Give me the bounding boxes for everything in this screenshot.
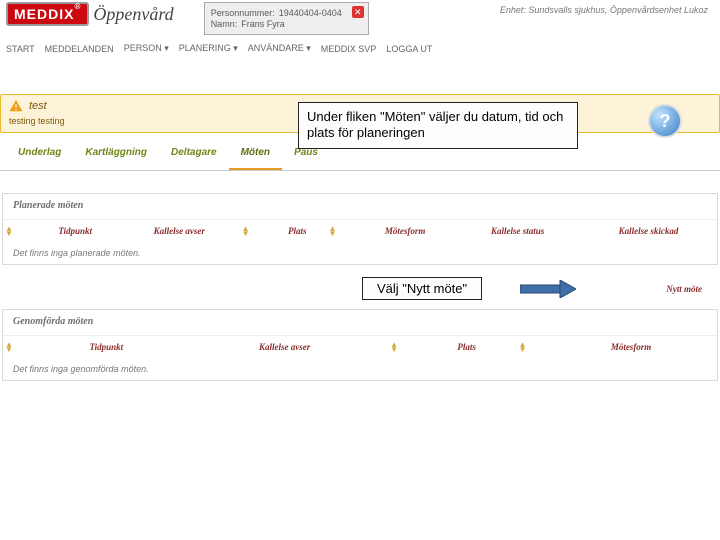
help-icon[interactable]: ? (648, 104, 682, 138)
col-motesform[interactable]: Mötesform (545, 336, 717, 359)
new-meeting-button[interactable]: Nytt möte (666, 284, 716, 294)
planned-meetings-heading: Planerade möten (3, 194, 717, 219)
menu-logout[interactable]: LOGGA UT (386, 44, 432, 54)
menu-user[interactable]: ANVÄNDARE ▾ (248, 43, 311, 54)
unit-value: Sundsvalls sjukhus, Öppenvårdsenhet Luko… (528, 5, 708, 15)
col-motesform[interactable]: Mötesform (355, 220, 455, 243)
col-plats[interactable]: Plats (268, 220, 326, 243)
warning-icon (9, 99, 23, 113)
unit-label: Enhet: (500, 5, 526, 15)
menu-planning[interactable]: PLANERING ▾ (179, 43, 238, 54)
menu-svp[interactable]: MEDDIX SVP (321, 44, 377, 54)
done-meetings-table: ▲▼ Tidpunkt Kallelse avser ▲▼ Plats ▲▼ M… (3, 335, 717, 380)
menu-messages[interactable]: MEDDELANDEN (45, 44, 114, 54)
logo-block: MEDDIX Öppenvård (4, 2, 174, 26)
col-kallelse-status[interactable]: Kallelse status (455, 220, 580, 243)
menu-start[interactable]: START (6, 44, 35, 54)
personnummer-value: 19440404-0404 (279, 8, 342, 18)
patient-info-box: Personnummer: 19440404-0404 Namn: Frans … (204, 2, 369, 35)
tab-deltagare[interactable]: Deltagare (159, 139, 229, 170)
new-meeting-row: Välj "Nytt möte" Nytt möte (4, 277, 716, 301)
col-kallelse-avser[interactable]: Kallelse avser (119, 220, 240, 243)
planned-empty-message: Det finns inga planerade möten. (3, 242, 717, 264)
col-tidpunkt[interactable]: Tidpunkt (32, 336, 182, 359)
unit-info: Enhet: Sundsvalls sjukhus, Öppenvårdsenh… (500, 2, 716, 15)
col-kallelse-avser[interactable]: Kallelse avser (181, 336, 388, 359)
sort-icon[interactable]: ▲▼ (519, 342, 527, 352)
instruction-tooltip-1: Under fliken "Möten" väljer du datum, ti… (298, 102, 578, 149)
sort-icon[interactable]: ▲▼ (5, 342, 13, 352)
header-area: MEDDIX Öppenvård Personnummer: 19440404-… (0, 0, 720, 37)
sort-icon[interactable]: ▲▼ (242, 226, 250, 236)
done-meetings-panel: Genomförda möten ▲▼ Tidpunkt Kallelse av… (2, 309, 718, 381)
name-label: Namn: (211, 19, 238, 29)
sort-icon[interactable]: ▲▼ (328, 226, 336, 236)
done-meetings-heading: Genomförda möten (3, 310, 717, 335)
col-kallelse-skickad[interactable]: Kallelse skickad (580, 220, 717, 243)
tab-underlag[interactable]: Underlag (6, 139, 73, 170)
col-tidpunkt[interactable]: Tidpunkt (32, 220, 119, 243)
menu-person[interactable]: PERSON ▾ (124, 43, 169, 54)
brand-logo: MEDDIX (6, 2, 89, 26)
personnummer-label: Personnummer: (211, 8, 275, 18)
instruction-tooltip-2: Välj "Nytt möte" (362, 277, 482, 300)
planned-meetings-table: ▲▼ Tidpunkt Kallelse avser ▲▼ Plats ▲▼ M… (3, 219, 717, 264)
sort-icon[interactable]: ▲▼ (5, 226, 13, 236)
done-empty-message: Det finns inga genomförda möten. (3, 358, 717, 380)
tab-moten[interactable]: Möten (229, 139, 282, 170)
brand-subtitle: Öppenvård (93, 4, 173, 25)
tab-kartlaggning[interactable]: Kartläggning (73, 139, 159, 170)
main-menu: START MEDDELANDEN PERSON ▾ PLANERING ▾ A… (0, 41, 720, 56)
col-plats[interactable]: Plats (417, 336, 517, 359)
warning-title: test (29, 100, 47, 112)
name-value: Frans Fyra (241, 19, 285, 29)
arrow-icon (520, 280, 576, 301)
sort-icon[interactable]: ▲▼ (390, 342, 398, 352)
planned-meetings-panel: Planerade möten ▲▼ Tidpunkt Kallelse avs… (2, 193, 718, 265)
close-icon[interactable]: ✕ (352, 6, 364, 18)
